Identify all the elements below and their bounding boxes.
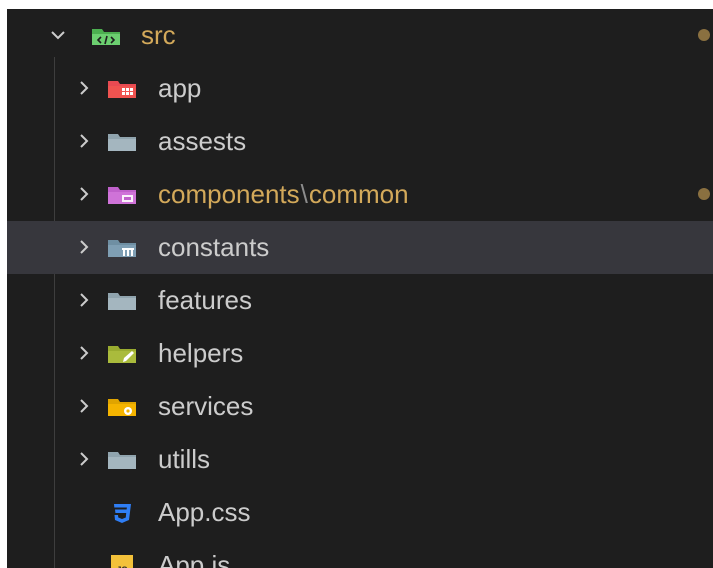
tree-label: services [158,391,254,421]
chevron-right-icon[interactable] [75,450,93,468]
tree-folder-src[interactable]: src [7,9,713,62]
tree-label: src [141,20,176,50]
tree-folder-utills[interactable]: utills [7,433,713,486]
chevron-right-icon[interactable] [75,185,93,203]
services-folder-icon [108,399,136,416]
tree-label: utills [158,444,211,474]
tree-label: app [158,73,202,103]
modified-indicator-dot [698,29,710,41]
helpers-folder-icon [108,346,136,363]
tree-label: helpers [158,338,244,368]
file-explorer: src app assests components\common consta… [7,9,713,568]
tree-label: App.js [158,550,231,568]
chevron-right-icon[interactable] [75,238,93,256]
components-folder-icon [108,187,136,204]
chevron-right-icon[interactable] [75,79,93,97]
app-folder-icon [108,81,136,98]
chevron-down-icon[interactable] [49,26,67,44]
tree-folder-features[interactable]: features [7,274,713,327]
chevron-right-icon[interactable] [75,132,93,150]
src-folder-icon [92,29,120,45]
folder-icon [108,452,136,469]
js-file-icon: JS [111,555,133,568]
chevron-right-icon[interactable] [75,291,93,309]
tree-label-part: common [308,179,409,209]
tree-label: features [158,285,252,315]
tree-label: components\common [158,178,409,210]
tree-label: App.css [158,497,251,527]
path-separator: \ [300,179,308,209]
folder-icon [108,134,136,151]
tree-folder-components-common[interactable]: components\common [7,168,713,221]
tree-label-part: components [158,179,300,209]
tree-folder-constants[interactable]: constants [7,221,713,274]
chevron-right-icon[interactable] [75,344,93,362]
constants-folder-icon [108,240,136,257]
tree-file-app-js[interactable]: JS App.js [7,539,713,568]
modified-indicator-dot [698,188,710,200]
tree-folder-app[interactable]: app [7,62,713,115]
folder-icon [108,293,136,310]
tree-folder-helpers[interactable]: helpers [7,327,713,380]
tree-label: assests [158,126,247,156]
tree-folder-assests[interactable]: assests [7,115,713,168]
tree-folder-services[interactable]: services [7,380,713,433]
css-file-icon [114,504,131,523]
tree-file-app-css[interactable]: App.css [7,486,713,539]
tree-label: constants [158,232,270,262]
chevron-right-icon[interactable] [75,397,93,415]
